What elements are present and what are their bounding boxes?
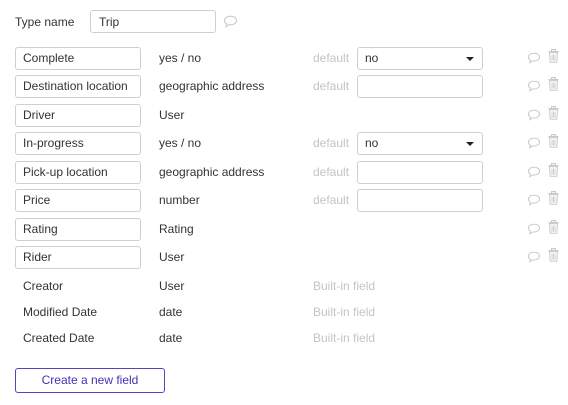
comment-icon[interactable] bbox=[527, 166, 541, 178]
comment-icon[interactable] bbox=[527, 251, 541, 263]
default-value-dropdown[interactable]: no bbox=[357, 47, 483, 70]
builtin-field-row: Created Date date Built-in field bbox=[0, 327, 568, 350]
trash-icon[interactable] bbox=[548, 163, 559, 177]
comment-icon[interactable] bbox=[527, 52, 541, 64]
builtin-field-label: Built-in field bbox=[313, 331, 376, 345]
field-row: Driver User bbox=[0, 104, 568, 127]
default-value-input[interactable] bbox=[357, 75, 483, 98]
trash-icon[interactable] bbox=[548, 49, 559, 63]
field-name-box[interactable]: Rider bbox=[15, 246, 141, 269]
field-row: Rider User bbox=[0, 246, 568, 269]
caret-down-icon bbox=[466, 57, 474, 61]
field-name-box[interactable]: Rating bbox=[15, 218, 141, 241]
builtin-field-row: Creator User Built-in field bbox=[0, 275, 568, 298]
trash-icon[interactable] bbox=[548, 220, 559, 234]
default-label: default bbox=[313, 165, 350, 179]
comment-icon[interactable] bbox=[223, 15, 238, 28]
field-row: In-progress yes / no default no bbox=[0, 132, 568, 155]
builtin-field-name: Creator bbox=[23, 279, 64, 293]
trash-icon[interactable] bbox=[548, 134, 559, 148]
field-name-box[interactable]: In-progress bbox=[15, 132, 141, 155]
trash-icon[interactable] bbox=[548, 106, 559, 120]
field-row: Price number default bbox=[0, 189, 568, 212]
field-type: Rating bbox=[159, 222, 194, 236]
default-label: default bbox=[313, 136, 350, 150]
type-name-label: Type name bbox=[15, 15, 75, 29]
comment-icon[interactable] bbox=[527, 137, 541, 149]
field-row: Rating Rating bbox=[0, 218, 568, 241]
field-name-box[interactable]: Pick-up location bbox=[15, 161, 141, 184]
field-type: yes / no bbox=[159, 51, 202, 65]
field-type: date bbox=[159, 331, 183, 345]
builtin-field-name: Modified Date bbox=[23, 305, 98, 319]
type-name-input[interactable] bbox=[90, 10, 216, 33]
field-type: geographic address bbox=[159, 165, 265, 179]
comment-icon[interactable] bbox=[527, 109, 541, 121]
field-name-box[interactable]: Complete bbox=[15, 47, 141, 70]
builtin-field-label: Built-in field bbox=[313, 305, 376, 319]
field-type: date bbox=[159, 305, 183, 319]
field-type: yes / no bbox=[159, 136, 202, 150]
create-new-field-button[interactable]: Create a new field bbox=[15, 368, 165, 393]
field-name-box[interactable]: Destination location bbox=[15, 75, 141, 98]
builtin-field-name: Created Date bbox=[23, 331, 95, 345]
comment-icon[interactable] bbox=[527, 194, 541, 206]
default-value-text: no bbox=[365, 136, 379, 150]
default-value-dropdown[interactable]: no bbox=[357, 132, 483, 155]
default-value-text: no bbox=[365, 51, 379, 65]
field-type: User bbox=[159, 108, 185, 122]
field-name-box[interactable]: Driver bbox=[15, 104, 141, 127]
field-row: Pick-up location geographic address defaul… bbox=[0, 161, 568, 184]
field-row: Complete yes / no default no bbox=[0, 47, 568, 70]
field-type: geographic address bbox=[159, 79, 265, 93]
builtin-field-label: Built-in field bbox=[313, 279, 376, 293]
field-row: Destination location geographic address de… bbox=[0, 75, 568, 98]
default-value-input[interactable] bbox=[357, 161, 483, 184]
default-label: default bbox=[313, 79, 350, 93]
field-type: User bbox=[159, 250, 185, 264]
default-value-input[interactable] bbox=[357, 189, 483, 212]
default-label: default bbox=[313, 51, 350, 65]
field-type: User bbox=[159, 279, 185, 293]
trash-icon[interactable] bbox=[548, 191, 559, 205]
trash-icon[interactable] bbox=[548, 248, 559, 262]
field-name-box[interactable]: Price bbox=[15, 189, 141, 212]
caret-down-icon bbox=[466, 142, 474, 146]
comment-icon[interactable] bbox=[527, 223, 541, 235]
default-label: default bbox=[313, 193, 350, 207]
comment-icon[interactable] bbox=[527, 80, 541, 92]
field-type: number bbox=[159, 193, 200, 207]
builtin-field-row: Modified Date date Built-in field bbox=[0, 301, 568, 324]
trash-icon[interactable] bbox=[548, 77, 559, 91]
